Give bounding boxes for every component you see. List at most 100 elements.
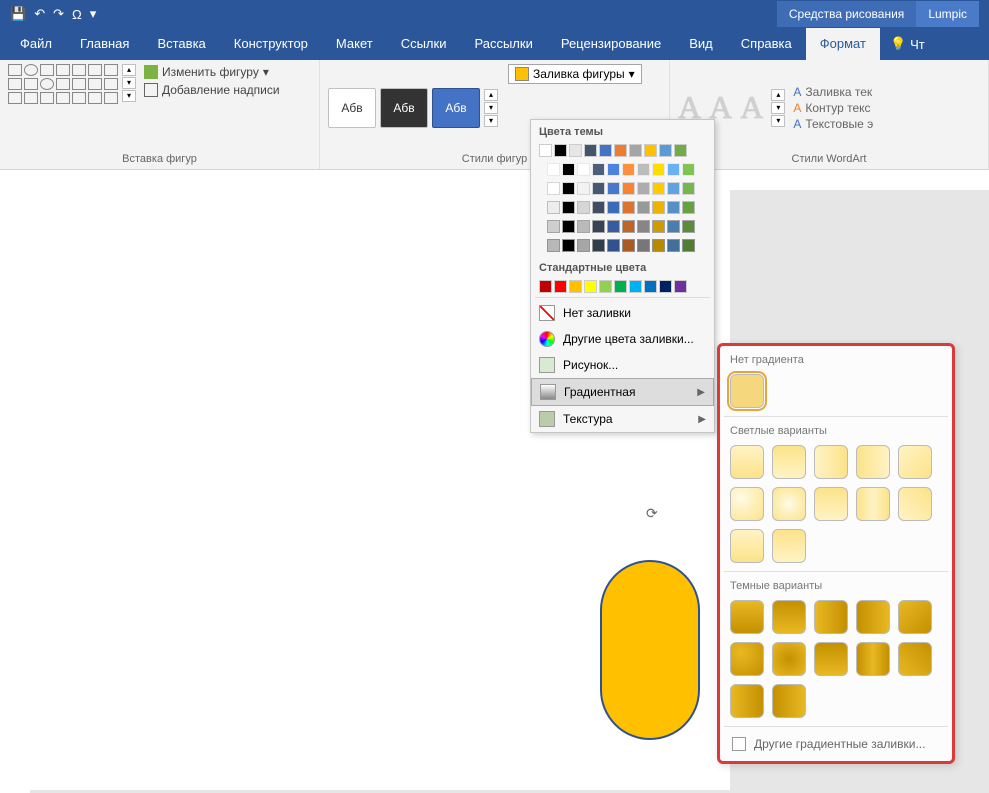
color-swatch[interactable] [569, 280, 582, 293]
color-swatch[interactable] [622, 163, 635, 176]
gradient-swatch[interactable] [772, 487, 806, 521]
color-swatch[interactable] [577, 182, 590, 195]
color-swatch[interactable] [569, 144, 582, 157]
gradient-swatch[interactable] [814, 642, 848, 676]
tab-review[interactable]: Рецензирование [547, 28, 675, 60]
scroll-down-icon[interactable]: ▾ [484, 102, 498, 114]
shape-fill-dropdown[interactable]: Заливка фигуры ▾ [508, 64, 642, 84]
color-swatch[interactable] [584, 144, 597, 157]
tab-file[interactable]: Файл [6, 28, 66, 60]
tab-mailings[interactable]: Рассылки [460, 28, 546, 60]
color-swatch[interactable] [577, 220, 590, 233]
color-swatch[interactable] [682, 182, 695, 195]
wordart-preset-3[interactable]: A [740, 89, 763, 126]
color-swatch[interactable] [652, 239, 665, 252]
color-swatch[interactable] [547, 220, 560, 233]
color-swatch[interactable] [547, 163, 560, 176]
gradient-swatch[interactable] [772, 529, 806, 563]
undo-icon[interactable]: ↶ [34, 6, 45, 22]
gradient-swatch[interactable] [730, 445, 764, 479]
selected-shape[interactable] [600, 560, 700, 740]
save-icon[interactable]: 💾 [10, 6, 26, 22]
color-swatch[interactable] [539, 280, 552, 293]
scroll-up-icon[interactable]: ▴ [122, 64, 136, 76]
text-outline-button[interactable]: AКонтур текс [793, 101, 873, 115]
redo-icon[interactable]: ↷ [53, 6, 64, 22]
color-swatch[interactable] [607, 201, 620, 214]
text-box-button[interactable]: Добавление надписи [140, 82, 284, 98]
color-swatch[interactable] [652, 163, 665, 176]
color-swatch[interactable] [644, 280, 657, 293]
color-swatch[interactable] [607, 220, 620, 233]
scroll-down-icon[interactable]: ▾ [122, 77, 136, 89]
style-preset-3[interactable]: Абв [432, 88, 480, 128]
color-swatch[interactable] [622, 182, 635, 195]
gradient-swatch[interactable] [772, 600, 806, 634]
color-swatch[interactable] [562, 163, 575, 176]
color-swatch[interactable] [682, 220, 695, 233]
color-swatch[interactable] [562, 239, 575, 252]
style-preset-1[interactable]: Абв [328, 88, 376, 128]
more-colors-item[interactable]: Другие цвета заливки... [531, 326, 714, 352]
color-swatch[interactable] [599, 144, 612, 157]
color-swatch[interactable] [652, 182, 665, 195]
gradient-swatch[interactable] [730, 487, 764, 521]
color-swatch[interactable] [682, 201, 695, 214]
color-swatch[interactable] [592, 220, 605, 233]
gradient-swatch[interactable] [730, 529, 764, 563]
gradient-fill-item[interactable]: Градиентная▶ [531, 378, 714, 406]
scroll-up-icon[interactable]: ▴ [484, 89, 498, 101]
color-swatch[interactable] [607, 163, 620, 176]
color-swatch[interactable] [637, 201, 650, 214]
color-swatch[interactable] [592, 239, 605, 252]
color-swatch[interactable] [637, 182, 650, 195]
color-swatch[interactable] [629, 144, 642, 157]
omega-icon[interactable]: Ω [72, 7, 82, 22]
tab-home[interactable]: Главная [66, 28, 143, 60]
color-swatch[interactable] [674, 280, 687, 293]
tell-me[interactable]: 💡 Чт [880, 28, 935, 60]
shapes-gallery[interactable] [8, 64, 118, 151]
text-effects-button[interactable]: AТекстовые э [793, 117, 873, 131]
no-fill-item[interactable]: Нет заливки [531, 300, 714, 326]
color-swatch[interactable] [667, 163, 680, 176]
tab-help[interactable]: Справка [727, 28, 806, 60]
gradient-swatch[interactable] [814, 445, 848, 479]
tab-references[interactable]: Ссылки [387, 28, 461, 60]
color-swatch[interactable] [592, 201, 605, 214]
color-swatch[interactable] [667, 220, 680, 233]
expand-icon[interactable]: ▾ [484, 115, 498, 127]
tab-insert[interactable]: Вставка [143, 28, 219, 60]
color-swatch[interactable] [652, 220, 665, 233]
gradient-swatch[interactable] [856, 445, 890, 479]
gradient-swatch[interactable] [814, 600, 848, 634]
color-swatch[interactable] [644, 144, 657, 157]
color-swatch[interactable] [682, 239, 695, 252]
color-swatch[interactable] [629, 280, 642, 293]
color-swatch[interactable] [682, 163, 695, 176]
text-fill-button[interactable]: AЗаливка тек [793, 85, 873, 99]
color-swatch[interactable] [637, 220, 650, 233]
gradient-swatch[interactable] [856, 642, 890, 676]
color-swatch[interactable] [607, 182, 620, 195]
color-swatch[interactable] [577, 163, 590, 176]
color-swatch[interactable] [562, 182, 575, 195]
picture-fill-item[interactable]: Рисунок... [531, 352, 714, 378]
gradient-swatch[interactable] [898, 642, 932, 676]
texture-fill-item[interactable]: Текстура▶ [531, 406, 714, 432]
edit-shape-button[interactable]: Изменить фигуру▾ [140, 64, 284, 80]
tab-view[interactable]: Вид [675, 28, 727, 60]
gradient-swatch[interactable] [814, 487, 848, 521]
color-swatch[interactable] [547, 239, 560, 252]
gradient-swatch[interactable] [856, 600, 890, 634]
expand-icon[interactable]: ▾ [122, 90, 136, 102]
color-swatch[interactable] [584, 280, 597, 293]
color-swatch[interactable] [667, 239, 680, 252]
color-swatch[interactable] [622, 239, 635, 252]
scroll-down-icon[interactable]: ▾ [771, 102, 785, 114]
color-swatch[interactable] [547, 201, 560, 214]
gradient-swatch[interactable] [772, 684, 806, 718]
color-swatch[interactable] [659, 144, 672, 157]
gradient-swatch[interactable] [898, 600, 932, 634]
color-swatch[interactable] [614, 144, 627, 157]
